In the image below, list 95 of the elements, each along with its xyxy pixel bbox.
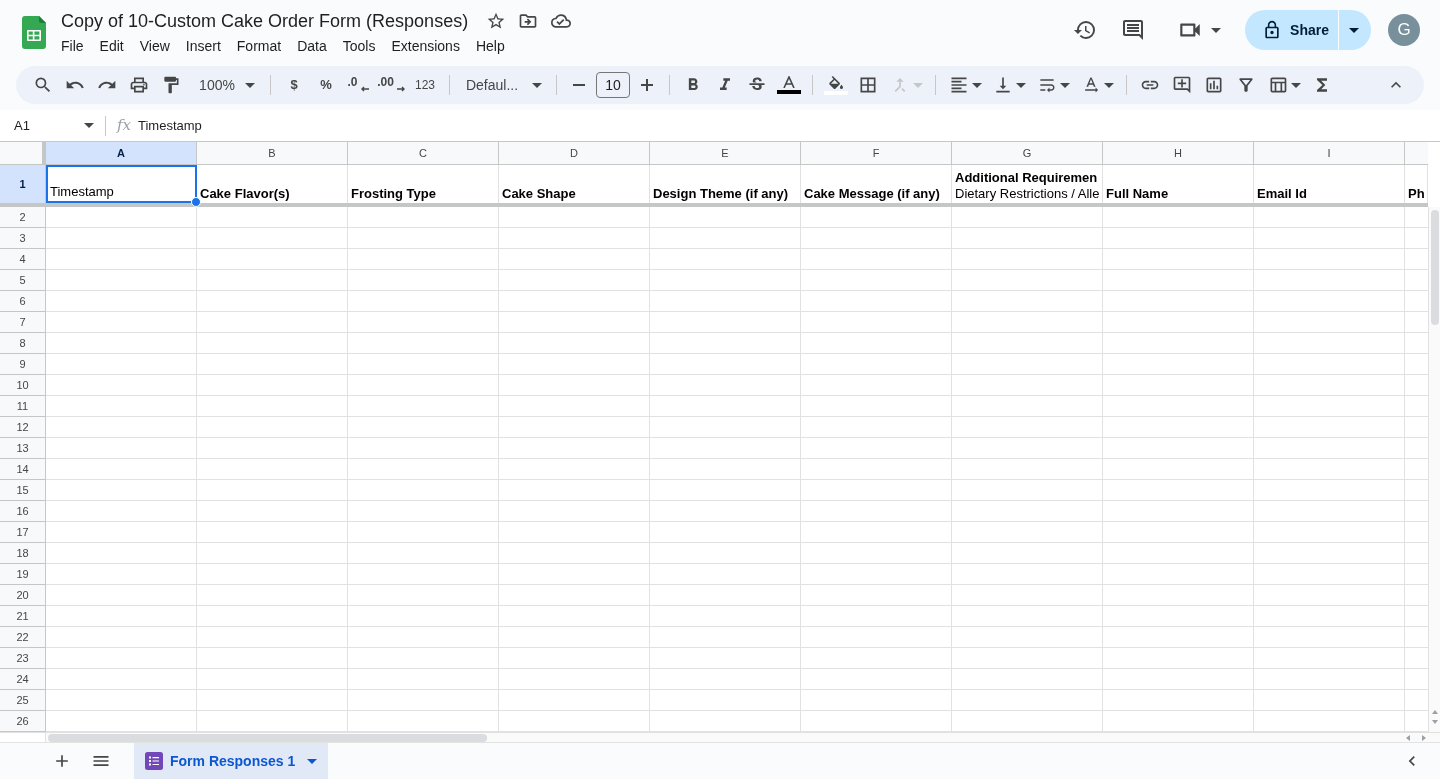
spreadsheet-logo[interactable]: [22, 16, 46, 49]
row-header[interactable]: 7: [0, 312, 46, 333]
row-header[interactable]: 9: [0, 354, 46, 375]
row-header[interactable]: 3: [0, 228, 46, 249]
caret-icon: [1015, 82, 1026, 88]
column-header[interactable]: C: [348, 142, 499, 164]
add-comment-icon: [1172, 75, 1192, 95]
caret-icon: [1059, 82, 1070, 88]
paint-roller-icon: [161, 75, 181, 95]
column-header[interactable]: B: [197, 142, 348, 164]
row-header[interactable]: 15: [0, 480, 46, 501]
column-header[interactable]: D: [499, 142, 650, 164]
text-color-icon: [783, 76, 795, 88]
increase-decimals-button[interactable]: .00: [376, 71, 406, 99]
menu-item[interactable]: Tools: [334, 36, 384, 56]
caret-icon: [1348, 27, 1359, 33]
caret-icon: [912, 82, 923, 88]
cloud-check-icon: [551, 11, 572, 31]
row-header[interactable]: 21: [0, 606, 46, 627]
caret-icon: [532, 82, 543, 88]
row-header[interactable]: 1: [0, 165, 46, 203]
row-header[interactable]: 22: [0, 627, 46, 648]
percent-button[interactable]: %: [312, 71, 340, 99]
column-header[interactable]: H: [1103, 142, 1254, 164]
comment-icon: [1121, 18, 1146, 42]
menu-item[interactable]: View: [131, 36, 178, 56]
caret-icon: [1103, 82, 1114, 88]
arrow-left-icon: [360, 86, 369, 92]
column-header[interactable]: I: [1254, 142, 1405, 164]
number-format-button[interactable]: 123: [410, 71, 440, 99]
row-header[interactable]: 18: [0, 543, 46, 564]
row-header[interactable]: 5: [0, 270, 46, 291]
vertical-scrollbar[interactable]: [1428, 207, 1440, 732]
horizontal-scrollbar[interactable]: [46, 733, 1440, 742]
arrow-right-icon: [396, 86, 405, 92]
row-header[interactable]: 8: [0, 333, 46, 354]
plus-icon: [641, 79, 653, 91]
row-header[interactable]: 10: [0, 375, 46, 396]
bar-chart-icon: [1204, 75, 1224, 95]
row-header[interactable]: 26: [0, 711, 46, 732]
row-header[interactable]: 25: [0, 690, 46, 711]
row-header[interactable]: 16: [0, 501, 46, 522]
row-header[interactable]: 6: [0, 291, 46, 312]
font-dropdown[interactable]: Defaul...: [459, 71, 547, 99]
row-header[interactable]: 11: [0, 396, 46, 417]
row-header[interactable]: 20: [0, 585, 46, 606]
row-header[interactable]: 23: [0, 648, 46, 669]
font-size-field[interactable]: 10: [596, 72, 630, 98]
caret-icon: [244, 82, 255, 88]
menu-item[interactable]: Data: [289, 36, 335, 56]
currency-button[interactable]: $: [280, 71, 308, 99]
history-icon: [1073, 18, 1098, 42]
grid-icon: [858, 75, 878, 95]
column-header[interactable]: G: [952, 142, 1103, 164]
column-header[interactable]: E: [650, 142, 801, 164]
row-header[interactable]: 19: [0, 564, 46, 585]
folder-arrow-icon: [518, 11, 539, 31]
share-options-button[interactable]: [1338, 10, 1371, 50]
paint-bucket-icon: [828, 75, 844, 89]
row-header[interactable]: 14: [0, 459, 46, 480]
menu-item[interactable]: Format: [228, 36, 290, 56]
document-title[interactable]: Copy of 10-Custom Cake Order Form (Responses): [61, 9, 469, 33]
function-label: fx: [117, 115, 131, 137]
text-color-swatch-icon: [777, 90, 801, 94]
menu-item[interactable]: Edit: [91, 36, 132, 56]
caret-icon: [84, 123, 94, 128]
row-header[interactable]: 4: [0, 249, 46, 270]
decrease-decimals-button[interactable]: .0: [344, 71, 372, 99]
scrollbar-thumb[interactable]: [48, 733, 487, 742]
row-header[interactable]: 24: [0, 669, 46, 690]
caret-icon: [1211, 27, 1222, 33]
row-header[interactable]: 2: [0, 207, 46, 228]
sheet-tab[interactable]: Form Responses 1: [134, 743, 329, 779]
row-header[interactable]: 12: [0, 417, 46, 438]
row-header[interactable]: 13: [0, 438, 46, 459]
menu-item[interactable]: Help: [467, 36, 513, 56]
zoom-dropdown[interactable]: 100%: [189, 71, 261, 99]
printer-icon: [129, 75, 149, 95]
caret-icon: [307, 758, 318, 764]
caret-icon: [1290, 82, 1301, 88]
menu-item[interactable]: Insert: [177, 36, 229, 56]
formula-input[interactable]: Timestamp: [138, 113, 1440, 138]
minus-icon: [573, 84, 585, 86]
caret-icon: [971, 82, 982, 88]
menu-item[interactable]: File: [53, 36, 92, 56]
row-header[interactable]: 17: [0, 522, 46, 543]
share-button[interactable]: Share: [1245, 10, 1338, 50]
form-list-icon: [145, 752, 163, 770]
fill-color-swatch-icon: [824, 90, 848, 95]
search-icon: [33, 75, 53, 95]
scrollbar-thumb[interactable]: [1430, 210, 1439, 325]
menu-item[interactable]: Extensions: [383, 36, 468, 56]
column-header[interactable]: F: [801, 142, 952, 164]
column-header[interactable]: A: [46, 142, 197, 164]
name-box[interactable]: A1: [8, 113, 100, 138]
